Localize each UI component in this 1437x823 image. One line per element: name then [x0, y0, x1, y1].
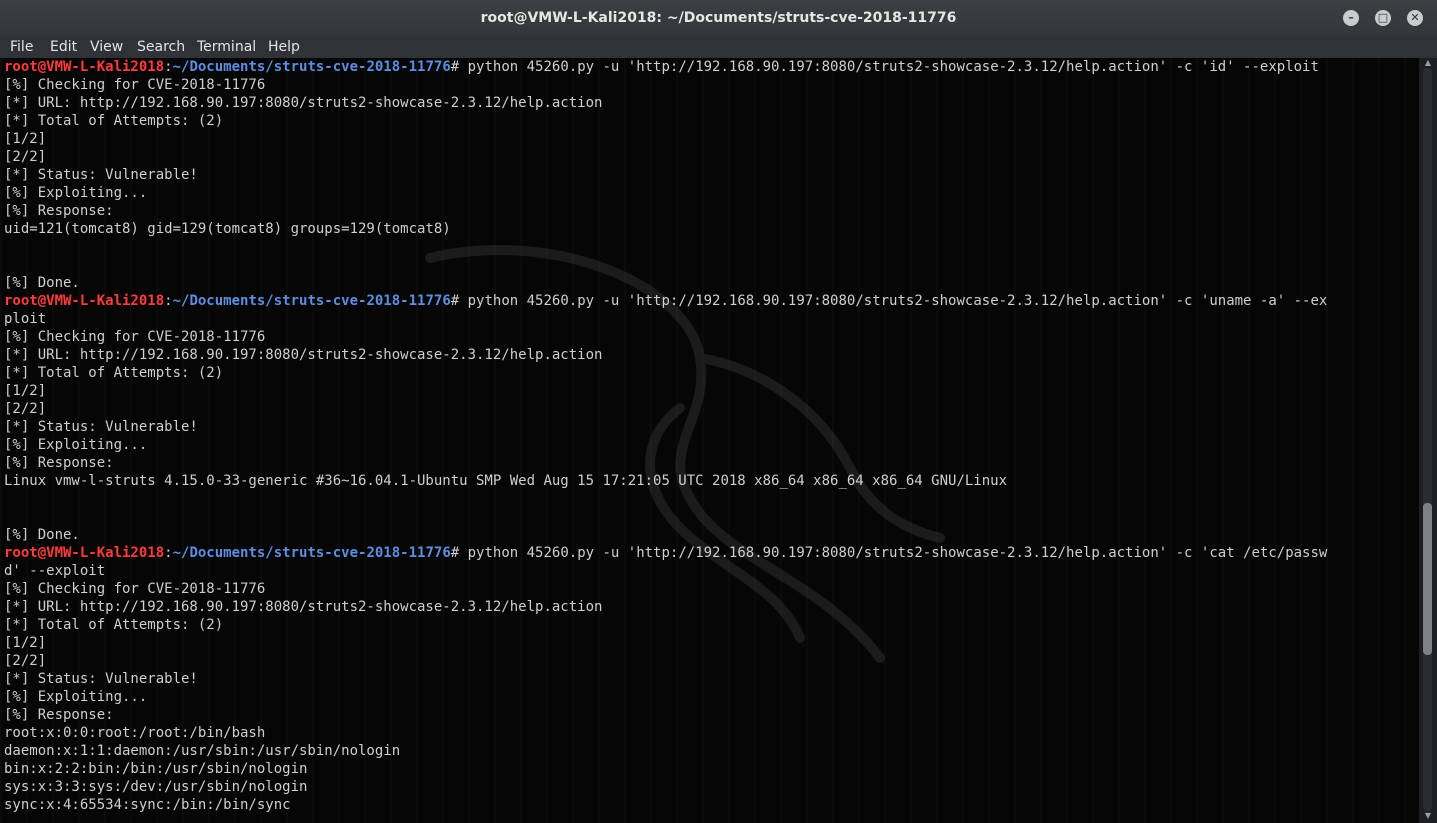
output-line: bin:x:2:2:bin:/bin:/usr/sbin/nologin: [4, 761, 308, 777]
prompt-symbol: #: [450, 545, 460, 561]
command-text: python 45260.py -u 'http://192.168.90.19…: [459, 545, 1328, 561]
prompt-symbol: #: [450, 59, 460, 75]
output-line: [1/2]: [4, 383, 47, 399]
output-line: [%] Done.: [4, 527, 80, 543]
output-line: [%] Response:: [4, 707, 114, 723]
prompt-line: root@VMW-L-Kali2018:~/Documents/struts-c…: [4, 544, 1418, 562]
menu-view[interactable]: View: [90, 36, 123, 58]
output-line: [2/2]: [4, 149, 47, 165]
output-line: [*] URL: http://192.168.90.197:8080/stru…: [4, 599, 603, 615]
output-line: [*] URL: http://192.168.90.197:8080/stru…: [4, 347, 603, 363]
window-title: root@VMW-L-Kali2018: ~/Documents/struts-…: [480, 10, 957, 26]
output-line: [%] Done.: [4, 275, 80, 291]
output-line: [*] Status: Vulnerable!: [4, 419, 198, 435]
scroll-thumb[interactable]: [1423, 503, 1432, 655]
output-line: sync:x:4:65534:sync:/bin:/bin/sync: [4, 797, 291, 813]
output-line: [1/2]: [4, 635, 47, 651]
menu-bar: File Edit View Search Terminal Help: [0, 36, 1437, 58]
prompt-symbol: #: [450, 293, 460, 309]
prompt-line: root@VMW-L-Kali2018:~/Documents/struts-c…: [4, 292, 1418, 310]
output-line: daemon:x:1:1:daemon:/usr/sbin:/usr/sbin/…: [4, 743, 401, 759]
menu-search[interactable]: Search: [137, 36, 185, 58]
output-line: [*] Status: Vulnerable!: [4, 167, 198, 183]
command-text: python 45260.py -u 'http://192.168.90.19…: [459, 293, 1328, 309]
prompt-path: ~/Documents/struts-cve-2018-11776: [172, 59, 451, 75]
output-line: ploit: [4, 311, 47, 327]
close-icon[interactable]: ✕: [1407, 10, 1423, 26]
title-bar[interactable]: root@VMW-L-Kali2018: ~/Documents/struts-…: [0, 0, 1437, 36]
menu-file[interactable]: File: [10, 36, 33, 58]
command-text: python 45260.py -u 'http://192.168.90.19…: [459, 59, 1319, 75]
output-line: [2/2]: [4, 653, 47, 669]
output-line: [*] Total of Attempts: (2): [4, 365, 224, 381]
scroll-track[interactable]: [1423, 68, 1432, 811]
output-line: [%] Checking for CVE-2018-11776: [4, 77, 266, 93]
terminal-window: root@VMW-L-Kali2018: ~/Documents/struts-…: [0, 0, 1437, 823]
output-line: [%] Checking for CVE-2018-11776: [4, 329, 266, 345]
prompt-line: root@VMW-L-Kali2018:~/Documents/struts-c…: [4, 58, 1418, 76]
output-line: uid=121(tomcat8) gid=129(tomcat8) groups…: [4, 221, 451, 237]
output-line: [*] Total of Attempts: (2): [4, 617, 224, 633]
prompt-path: ~/Documents/struts-cve-2018-11776: [172, 293, 451, 309]
maximize-icon[interactable]: □: [1375, 10, 1391, 26]
prompt-user-host: root@VMW-L-Kali2018: [4, 293, 165, 309]
minimize-icon[interactable]: –: [1343, 10, 1359, 26]
output-line: [*] URL: http://192.168.90.197:8080/stru…: [4, 95, 603, 111]
prompt-separator: :: [164, 293, 173, 309]
terminal-output-area[interactable]: root@VMW-L-Kali2018:~/Documents/struts-c…: [0, 58, 1419, 823]
prompt-separator: :: [164, 59, 173, 75]
menu-help[interactable]: Help: [268, 36, 300, 58]
prompt-separator: :: [164, 545, 173, 561]
menu-terminal[interactable]: Terminal: [197, 36, 256, 58]
output-line: root:x:0:0:root:/root:/bin/bash: [4, 725, 266, 741]
vertical-scrollbar[interactable]: ▲ ▼: [1419, 58, 1437, 823]
menu-edit[interactable]: Edit: [50, 36, 77, 58]
prompt-user-host: root@VMW-L-Kali2018: [4, 59, 165, 75]
scroll-down-icon[interactable]: ▼: [1419, 811, 1437, 821]
prompt-user-host: root@VMW-L-Kali2018: [4, 545, 165, 561]
output-line: [%] Exploiting...: [4, 689, 148, 705]
output-line: [%] Response:: [4, 203, 114, 219]
output-line: [*] Status: Vulnerable!: [4, 671, 198, 687]
output-line: [%] Response:: [4, 455, 114, 471]
prompt-path: ~/Documents/struts-cve-2018-11776: [172, 545, 451, 561]
output-line: d' --exploit: [4, 563, 106, 579]
scroll-up-icon[interactable]: ▲: [1419, 58, 1437, 68]
output-line: [1/2]: [4, 131, 47, 147]
output-line: [%] Exploiting...: [4, 437, 148, 453]
output-line: [2/2]: [4, 401, 47, 417]
output-line: sys:x:3:3:sys:/dev:/usr/sbin/nologin: [4, 779, 308, 795]
output-line: [%] Exploiting...: [4, 185, 148, 201]
output-line: [%] Checking for CVE-2018-11776: [4, 581, 266, 597]
output-line: [*] Total of Attempts: (2): [4, 113, 224, 129]
output-line: Linux vmw-l-struts 4.15.0-33-generic #36…: [4, 473, 1008, 489]
terminal-lines: root@VMW-L-Kali2018:~/Documents/struts-c…: [4, 58, 1418, 814]
